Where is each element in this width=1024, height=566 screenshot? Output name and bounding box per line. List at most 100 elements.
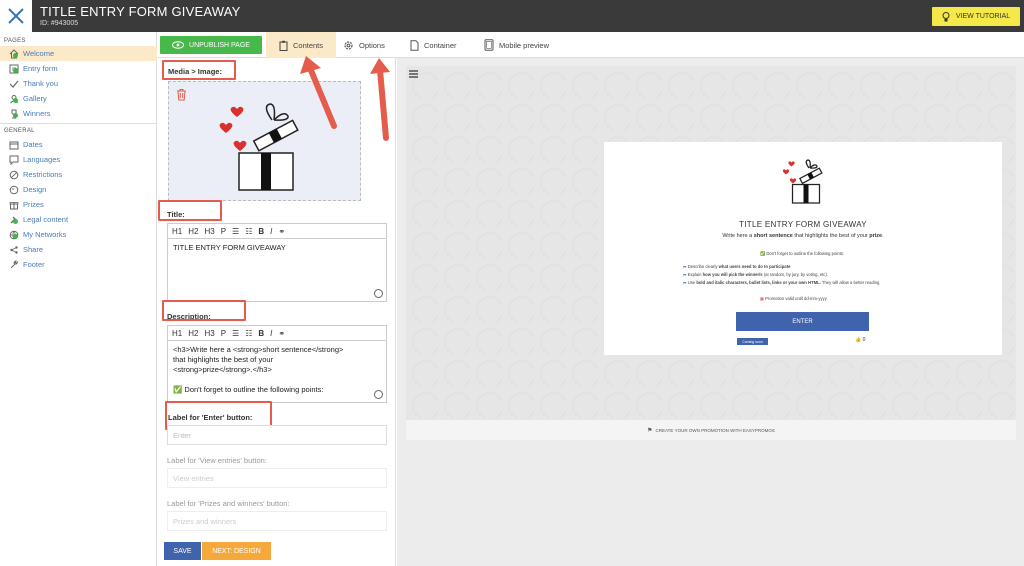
sidebar-item-thank-you[interactable]: Thank you: [0, 76, 157, 91]
save-button[interactable]: SAVE: [164, 542, 201, 560]
bullet-list-icon[interactable]: ☰: [232, 329, 239, 338]
like-counter[interactable]: 👍 0: [855, 337, 865, 343]
gift-box-illustration: [782, 159, 823, 204]
preview-footer-text: CREATE YOUR OWN PROMOTION WITH EASYPROMO…: [655, 427, 775, 433]
paragraph-button[interactable]: P: [221, 329, 226, 338]
preview-enter-button[interactable]: ENTER: [736, 312, 869, 331]
preview-footer: ⚑ CREATE YOUR OWN PROMOTION WITH EASYPRO…: [406, 420, 1016, 440]
annotation-arrow-options: [370, 58, 390, 141]
sidebar-item-design[interactable]: Design: [0, 182, 157, 197]
sidebar-item-label: Thank you: [23, 79, 59, 88]
enter-label-input[interactable]: Enter: [167, 425, 387, 445]
sidebar-item-gallery[interactable]: Gallery: [0, 91, 157, 106]
home-icon: [8, 48, 19, 59]
title-editor-text[interactable]: TITLE ENTRY FORM GIVEAWAY: [168, 239, 386, 257]
title-editor[interactable]: H1 H2 H3 P ☰ ☷ B I ⚭ TITLE ENTRY FORM GI…: [167, 223, 387, 302]
sidebar-item-label: Restrictions: [23, 170, 63, 179]
h2-button[interactable]: H2: [188, 329, 198, 338]
sidebar-item-dates[interactable]: Dates: [0, 137, 157, 152]
sidebar-item-languages[interactable]: Languages: [0, 152, 157, 167]
preview-title: TITLE ENTRY FORM GIVEAWAY: [739, 220, 867, 229]
sidebar-item-prizes[interactable]: Prizes: [0, 197, 157, 212]
description-line: <strong>prize</strong>.</h3>: [173, 365, 272, 374]
eye-icon: [172, 41, 185, 49]
h3-button[interactable]: H3: [204, 227, 214, 236]
gallery-icon: [8, 93, 19, 104]
share-icon: [8, 244, 19, 255]
sidebar-item-welcome[interactable]: Welcome: [0, 46, 157, 61]
check-icon: [8, 78, 19, 89]
trophy-icon: [8, 108, 19, 119]
sidebar-item-share[interactable]: Share: [0, 242, 157, 257]
gavel-icon: [8, 214, 19, 225]
sidebar-item-entry-form[interactable]: Entry form: [0, 61, 157, 76]
sidebar-item-winners[interactable]: Winners: [0, 106, 157, 121]
tab-container[interactable]: Container: [410, 32, 457, 58]
view-entries-input[interactable]: View entries: [167, 468, 387, 488]
bold-button[interactable]: B: [258, 227, 264, 236]
h1-button[interactable]: H1: [172, 227, 182, 236]
link-icon[interactable]: ⚭: [278, 329, 285, 338]
h1-button[interactable]: H1: [172, 329, 182, 338]
bullet-list-icon[interactable]: ☰: [232, 227, 239, 236]
annotation-highlight-title: [158, 200, 222, 221]
thumbs-up-icon: 👍: [855, 337, 863, 343]
emoji-icon[interactable]: [374, 289, 383, 298]
preview-bullet-1: ➡ Describe clearly what users need to do…: [683, 264, 791, 269]
sidebar-item-label: Entry form: [23, 64, 58, 73]
emoji-icon[interactable]: [374, 390, 383, 399]
sidebar-item-footer[interactable]: Footer: [0, 257, 157, 272]
sidebar-item-label: Dates: [23, 140, 43, 149]
description-editor-text[interactable]: <h3>Write here a <strong>short sentence<…: [168, 341, 386, 399]
h2-button[interactable]: H2: [188, 227, 198, 236]
gift-box-illustration: [219, 103, 299, 191]
clipboard-icon: [279, 40, 288, 51]
preview-subtitle-bold: short sentence: [753, 233, 793, 239]
bullet-text: Describe clearly: [687, 264, 719, 269]
numbered-list-icon[interactable]: ☷: [245, 227, 252, 236]
unpublish-page-button[interactable]: UNPUBLISH PAGE: [160, 36, 262, 54]
view-entries-field-label: Label for 'View entries' button:: [167, 456, 267, 465]
preview-subtitle: Write here a short sentence that highlig…: [604, 233, 1002, 239]
paragraph-button[interactable]: P: [221, 227, 226, 236]
trash-icon[interactable]: [176, 88, 187, 101]
prizes-winners-input[interactable]: Prizes and winners: [167, 511, 387, 531]
globe-icon: [8, 229, 19, 240]
description-editor[interactable]: H1 H2 H3 P ☰ ☷ B I ⚭ <h3>Write here a <s…: [167, 325, 387, 403]
tab-options-label: Options: [359, 40, 385, 50]
preview-checklist-line: ✅ Don't forget to outline the following …: [760, 251, 844, 256]
description-line: [173, 375, 381, 385]
view-tutorial-label: VIEW TUTORIAL: [955, 13, 1011, 20]
speech-bubble-icon: [8, 154, 19, 165]
hamburger-menu-icon[interactable]: [409, 70, 418, 78]
gear-icon: [344, 40, 353, 50]
tab-options[interactable]: Options: [343, 32, 385, 58]
annotation-highlight-media: [162, 60, 236, 80]
form-icon: [8, 63, 19, 74]
sidebar-item-label: Legal content: [23, 215, 69, 224]
sidebar-item-label: My Networks: [23, 230, 67, 239]
next-design-button[interactable]: NEXT: DESIGN: [202, 542, 271, 560]
view-tutorial-button[interactable]: VIEW TUTORIAL: [932, 7, 1020, 26]
bold-button[interactable]: B: [258, 329, 264, 338]
tab-container-label: Container: [424, 40, 457, 50]
tab-mobile-preview[interactable]: Mobile preview: [484, 32, 549, 58]
numbered-list-icon[interactable]: ☷: [245, 329, 252, 338]
italic-button[interactable]: I: [270, 227, 272, 236]
h3-button[interactable]: H3: [204, 329, 214, 338]
italic-button[interactable]: I: [270, 329, 272, 338]
sidebar-item-legal-content[interactable]: Legal content: [0, 212, 157, 227]
close-button[interactable]: [0, 0, 32, 32]
sidebar-divider: [0, 123, 157, 124]
bullet-text: (at random, by jury, by voting, etc).: [762, 272, 828, 277]
sidebar-item-label: Share: [23, 245, 44, 254]
bullet-bold: how you will pick the winner/s: [702, 272, 763, 277]
palette-icon: [8, 184, 19, 195]
sidebar-item-label: Gallery: [23, 94, 47, 103]
preview-promo-dates: ▦ Promotion valid until dd-mm-yyyy: [760, 296, 827, 301]
unpublish-page-label: UNPUBLISH PAGE: [189, 41, 250, 49]
link-icon[interactable]: ⚭: [278, 227, 285, 236]
sidebar-item-my-networks[interactable]: My Networks: [0, 227, 157, 242]
coming-soon-badge: Coming soon: [737, 338, 768, 345]
sidebar-item-restrictions[interactable]: Restrictions: [0, 167, 157, 182]
